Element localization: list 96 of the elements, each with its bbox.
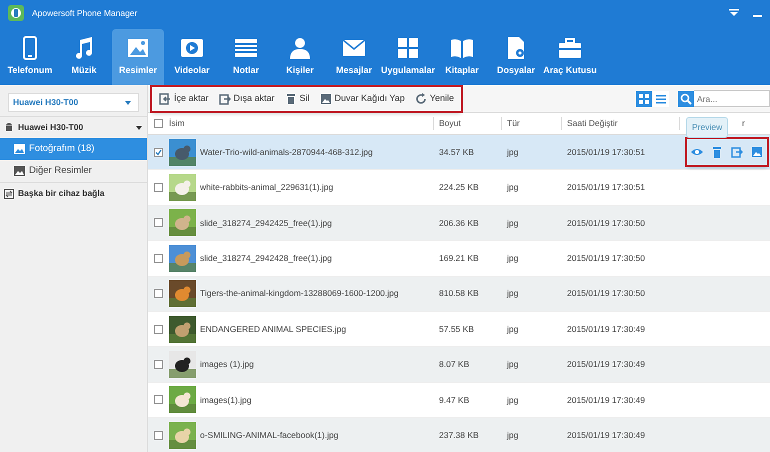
table-row[interactable]: Water-Trio-wild-animals-2870944-468-312.jpg 34.57 KB jpg 2015/01/19 17:30:51 bbox=[148, 135, 770, 170]
refresh-icon bbox=[414, 92, 427, 104]
table-row[interactable]: slide_318274_2942425_free(1).jpg 206.36 KB jpg 2015/01/19 17:30:50 bbox=[148, 206, 770, 242]
file-name: ENDANGERED ANIMAL SPECIES.jpg bbox=[200, 322, 346, 336]
file-type: jpg bbox=[506, 322, 520, 336]
file-size: 57.55 KB bbox=[438, 322, 475, 336]
modified-time: 2015/01/19 17:30:49 bbox=[566, 394, 646, 406]
window-title: Apowersoft Phone Manager bbox=[32, 6, 138, 20]
tooltip: Preview bbox=[686, 117, 728, 138]
checkbox[interactable] bbox=[154, 395, 163, 404]
toolbar-button[interactable]: İçe aktar bbox=[154, 92, 214, 106]
file-type: jpg bbox=[506, 216, 520, 230]
image-icon bbox=[320, 92, 332, 104]
table-row[interactable]: Tigers-the-animal-kingdom-13288069-1600-1200.jpg 810.58 KB jpg 2015/01/19 17:30:50 bbox=[148, 276, 770, 312]
grid-icon bbox=[396, 36, 420, 60]
swap-icon bbox=[4, 188, 14, 198]
menu-icon[interactable] bbox=[729, 8, 739, 18]
export-icon bbox=[218, 92, 231, 104]
file-name: slide_318274_2942425_free(1).jpg bbox=[200, 216, 332, 230]
image-icon[interactable] bbox=[751, 146, 763, 158]
file-name: images (1).jpg bbox=[200, 358, 254, 371]
sidebar-item[interactable]: Diğer Resimler bbox=[0, 160, 147, 182]
device-dropdown[interactable]: Huawei H30-T00 bbox=[8, 93, 139, 112]
modified-time: 2015/01/19 17:30:51 bbox=[566, 146, 646, 159]
nav-tab[interactable]: Müzik bbox=[58, 29, 110, 85]
nav-tab[interactable]: Dosyalar bbox=[490, 29, 542, 85]
file-type: jpg bbox=[506, 287, 520, 300]
column-header[interactable]: İsim bbox=[169, 117, 433, 130]
toolbox-icon bbox=[558, 36, 582, 60]
toolbar-button[interactable]: Sil bbox=[280, 92, 315, 106]
file-size: 237.38 KB bbox=[438, 428, 480, 442]
search-field[interactable]: Ara... bbox=[694, 90, 770, 107]
file-type: jpg bbox=[506, 181, 520, 194]
file-name: white-rabbits-animal_229631(1).jpg bbox=[200, 181, 334, 194]
book-icon bbox=[450, 36, 474, 60]
file-size: 8.07 KB bbox=[438, 358, 470, 371]
file-size: 206.36 KB bbox=[438, 216, 480, 230]
column-header[interactable]: Tür bbox=[501, 117, 561, 130]
file-type: jpg bbox=[506, 394, 520, 406]
checkbox[interactable] bbox=[154, 360, 163, 370]
toolbar-button[interactable]: Dışa aktar bbox=[214, 92, 280, 106]
list-view-icon[interactable] bbox=[653, 90, 669, 106]
column-header[interactable]: Saati Değiştir bbox=[561, 117, 679, 130]
file-name: o-SMILING-ANIMAL-facebook(1).jpg bbox=[200, 428, 338, 442]
search-icon bbox=[678, 90, 694, 106]
table-row[interactable]: o-SMILING-ANIMAL-facebook(1).jpg 237.38 KB jpg 2015/01/19 17:30:49 bbox=[148, 418, 770, 452]
toolbar-button[interactable]: Duvar Kağıdı Yap bbox=[314, 92, 410, 106]
export-icon[interactable] bbox=[731, 146, 743, 158]
nav-tab[interactable]: Uygulamalar bbox=[382, 29, 434, 85]
nav-tab[interactable]: Videolar bbox=[166, 29, 218, 85]
checkbox[interactable] bbox=[154, 218, 163, 228]
file-type: jpg bbox=[506, 358, 520, 371]
nav-tab[interactable]: Notlar bbox=[220, 29, 272, 85]
checkbox[interactable] bbox=[154, 183, 163, 192]
checkbox[interactable] bbox=[154, 148, 163, 157]
file-name: Water-Trio-wild-animals-2870944-468-312.jpg bbox=[200, 146, 373, 159]
file-size: 34.57 KB bbox=[438, 146, 475, 159]
file-size: 9.47 KB bbox=[438, 394, 470, 406]
nav-tab[interactable]: Kişiler bbox=[274, 29, 326, 85]
checkbox[interactable] bbox=[154, 289, 163, 298]
toolbar-button[interactable]: Yenile bbox=[410, 92, 459, 106]
file-type: jpg bbox=[506, 146, 520, 159]
trash-icon bbox=[284, 92, 297, 104]
file-size: 224.25 KB bbox=[438, 181, 480, 194]
modified-time: 2015/01/19 17:30:50 bbox=[566, 287, 646, 300]
trash-icon[interactable] bbox=[711, 146, 723, 158]
checkbox[interactable] bbox=[154, 254, 163, 263]
nav-tab[interactable]: Telefonum bbox=[4, 29, 56, 85]
modified-time: 2015/01/19 17:30:50 bbox=[566, 252, 646, 265]
modified-time: 2015/01/19 17:30:49 bbox=[566, 322, 646, 336]
file-name: Tigers-the-animal-kingdom-13288069-1600-1200.jpg bbox=[200, 287, 399, 300]
nav-tab[interactable]: Mesajlar bbox=[328, 29, 380, 85]
import-icon bbox=[159, 92, 171, 104]
modified-time: 2015/01/19 17:30:50 bbox=[566, 216, 646, 230]
person-icon bbox=[288, 36, 312, 60]
checkbox[interactable] bbox=[154, 430, 163, 440]
file-size: 169.21 KB bbox=[438, 252, 480, 265]
file-name: slide_318274_2942428_free(1).jpg bbox=[200, 252, 332, 265]
image-icon bbox=[14, 144, 25, 154]
image-icon bbox=[14, 166, 25, 176]
grid-view-icon[interactable] bbox=[636, 90, 652, 106]
connect-device-link[interactable]: Başka bir cihaz bağla bbox=[0, 182, 147, 204]
modified-time: 2015/01/19 17:30:49 bbox=[566, 358, 646, 371]
column-header[interactable]: Boyut bbox=[433, 117, 501, 130]
file-size: 810.58 KB bbox=[438, 287, 480, 300]
select-all-checkbox[interactable] bbox=[154, 119, 163, 128]
file-type: jpg bbox=[506, 252, 520, 265]
nav-tab[interactable]: Araç Kutusu bbox=[544, 29, 596, 85]
modified-time: 2015/01/19 17:30:51 bbox=[566, 181, 646, 194]
nav-tab[interactable]: Kitaplar bbox=[436, 29, 488, 85]
checkbox[interactable] bbox=[154, 324, 163, 334]
file-name: images(1).jpg bbox=[200, 394, 252, 406]
table-row[interactable]: images (1).jpg 8.07 KB jpg 2015/01/19 17:30:49 bbox=[148, 347, 770, 383]
file-type: jpg bbox=[506, 428, 520, 442]
modified-time: 2015/01/19 17:30:49 bbox=[566, 428, 646, 442]
app-logo-icon bbox=[8, 5, 24, 21]
